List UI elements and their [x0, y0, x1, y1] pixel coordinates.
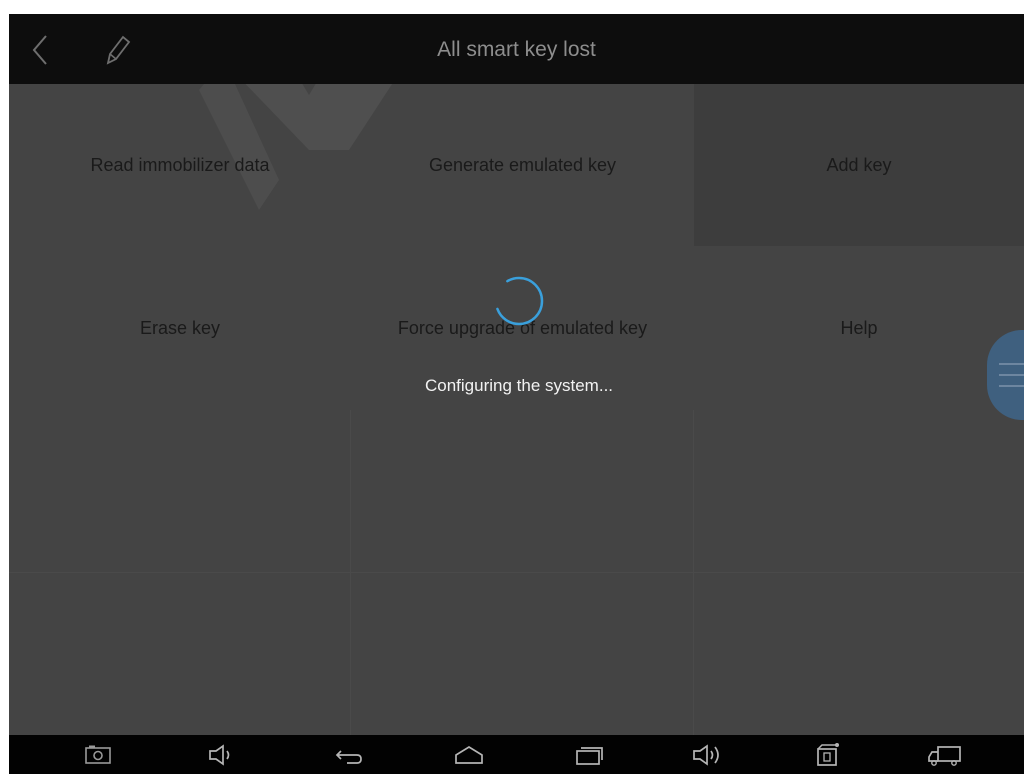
- grid-cell-empty: [9, 573, 351, 735]
- back-nav-button[interactable]: [327, 739, 371, 771]
- menu-item-label: Erase key: [139, 317, 221, 338]
- home-icon: [455, 746, 483, 764]
- system-nav-bar: [9, 735, 1024, 774]
- truck-mode-button[interactable]: [923, 739, 967, 771]
- volume-up-icon: [693, 744, 719, 766]
- back-button[interactable]: [23, 30, 57, 70]
- edit-button[interactable]: [97, 30, 137, 70]
- menu-item-read-immobilizer-data[interactable]: Read immobilizer data: [9, 84, 351, 246]
- screenshot-button[interactable]: [76, 739, 120, 771]
- volume-down-icon: [209, 744, 230, 766]
- screenshot-icon: [85, 745, 111, 764]
- grid-cell-empty: [351, 573, 694, 735]
- menu-item-label: Generate emulated key: [428, 154, 617, 175]
- truck-icon: [928, 746, 961, 766]
- menu-item-add-key[interactable]: Add key: [694, 84, 1024, 246]
- grid-cell-empty: [694, 410, 1024, 573]
- menu-item-label: Read immobilizer data: [90, 154, 270, 175]
- menu-item-erase-key[interactable]: Erase key: [9, 246, 351, 410]
- grid-cell-empty: [694, 573, 1024, 735]
- volume-up-button[interactable]: [685, 739, 729, 771]
- pencil-icon: [106, 35, 131, 65]
- chevron-left-icon: [32, 35, 47, 65]
- menu-item-generate-emulated-key[interactable]: Generate emulated key: [351, 84, 694, 246]
- vci-device-button[interactable]: [805, 739, 849, 771]
- page-title: All smart key lost: [437, 38, 596, 61]
- function-grid: Read immobilizer data Generate emulated …: [9, 84, 1024, 735]
- menu-item-label: Add key: [826, 154, 892, 175]
- recent-apps-button[interactable]: [567, 739, 611, 771]
- menu-item-label: Force upgrade of emulated key: [397, 317, 648, 338]
- grid-cell-empty: [351, 410, 694, 573]
- recent-apps-icon: [576, 747, 603, 765]
- title-bar: All smart key lost: [9, 14, 1024, 84]
- vci-device-icon: [817, 743, 839, 766]
- back-arrow-icon: [335, 750, 362, 764]
- grid-cell-empty: [9, 410, 351, 573]
- menu-item-help[interactable]: Help: [694, 246, 1024, 410]
- menu-item-label: Help: [840, 317, 878, 338]
- home-button[interactable]: [447, 739, 491, 771]
- app-screen: All smart key lost Read immobilizer data…: [9, 14, 1024, 774]
- menu-item-force-upgrade-emulated-key[interactable]: Force upgrade of emulated key: [351, 246, 694, 410]
- volume-down-button[interactable]: [199, 739, 243, 771]
